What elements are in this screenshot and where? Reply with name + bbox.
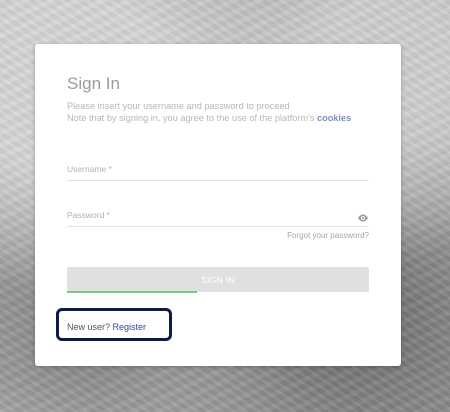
username-field[interactable]: Username *: [67, 162, 369, 181]
new-user-text: New user?: [67, 322, 113, 332]
signin-progress-bar: [67, 291, 197, 293]
username-label: Username *: [67, 164, 112, 174]
password-field[interactable]: Password *: [67, 208, 369, 227]
forgot-password-link[interactable]: Forgot your password?: [287, 231, 369, 240]
cookies-link[interactable]: cookies: [317, 113, 351, 123]
signin-button-label: SIGN IN: [201, 274, 235, 285]
register-link[interactable]: Register: [113, 322, 147, 332]
password-label: Password *: [67, 210, 110, 220]
instructions-line-2: Note that by signing in, you agree to th…: [67, 112, 351, 124]
signin-button[interactable]: SIGN IN: [67, 267, 369, 293]
register-prompt: New user? Register: [67, 322, 146, 332]
signin-instructions: Please insert your username and password…: [67, 100, 351, 124]
instructions-line-1: Please insert your username and password…: [67, 101, 290, 111]
signin-card: Sign In Please insert your username and …: [35, 44, 401, 366]
page-title: Sign In: [67, 74, 120, 93]
cookies-notice-text: Note that by signing in, you agree to th…: [67, 113, 317, 123]
eye-icon[interactable]: [357, 210, 369, 222]
